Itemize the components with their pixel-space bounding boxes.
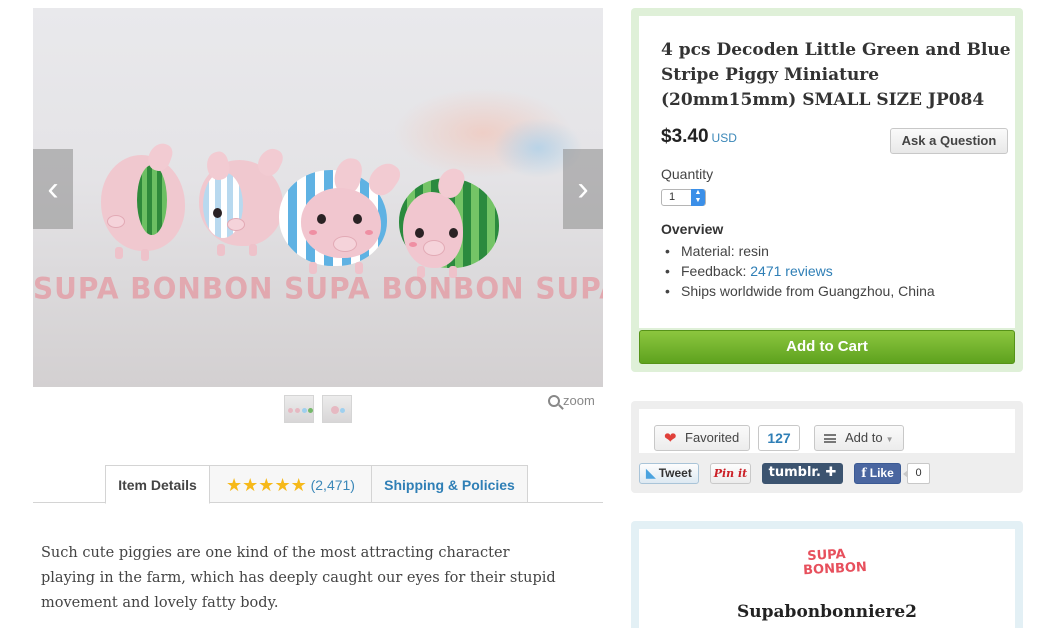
facebook-like-button[interactable]: f Like [854, 463, 901, 484]
favorite-label: Favorited [685, 430, 740, 445]
photo-watermark: SUPA BONBON SUPA BONBON SUPA BONBON SUPA… [33, 271, 603, 306]
listing-tabs: Item Details ★★★★★ (2,471) Shipping & Po… [33, 464, 603, 504]
chevron-right-icon: › [577, 170, 589, 208]
quantity-value: 1 [669, 191, 676, 203]
overview-feedback: Feedback: 2471 reviews [661, 261, 935, 281]
zoom-link[interactable]: zoom [548, 393, 595, 408]
buy-box: 4 pcs Decoden Little Green and Blue Stri… [631, 8, 1023, 372]
heart-icon: ❤ [664, 430, 677, 447]
add-to-label: Add to [845, 430, 883, 445]
reviews-link[interactable]: 2471 reviews [750, 263, 833, 279]
overview-ships: Ships worldwide from Guangzhou, China [661, 281, 935, 301]
facebook-like-count: 0 [903, 463, 930, 484]
pig-figure [399, 164, 509, 286]
zoom-label: zoom [563, 393, 595, 408]
buy-box-panel: 4 pcs Decoden Little Green and Blue Stri… [639, 16, 1015, 328]
add-to-cart-button[interactable]: Add to Cart [639, 330, 1015, 364]
star-rating-icon: ★★★★★ [226, 475, 307, 495]
reviews-count: (2,471) [310, 477, 355, 493]
overview-material: Material: resin [661, 241, 935, 261]
facebook-icon: f [861, 466, 867, 480]
select-arrows-icon: ▲ ▼ [691, 189, 705, 206]
list-icon [824, 434, 836, 443]
magnifier-icon [548, 395, 560, 407]
favorite-button[interactable]: ❤ Favorited [654, 425, 750, 451]
tab-shipping-policies[interactable]: Shipping & Policies [371, 465, 528, 503]
tweet-label: Tweet [658, 466, 692, 480]
favorite-panel: ❤ Favorited 127 Add to ▼ [639, 409, 1015, 453]
product-photo[interactable]: SUPA BONBON SUPA BONBON SUPA BONBON SUPA… [33, 8, 603, 387]
thumbnail-strip [284, 395, 352, 423]
gallery-next-button[interactable]: › [563, 149, 603, 229]
shop-logo[interactable]: SUPA BONBON [802, 547, 868, 584]
shop-name[interactable]: Supabonbonniere2 [631, 602, 1023, 622]
quantity-select[interactable]: 1 ▲ ▼ [661, 189, 706, 206]
overview-list: Material: resin Feedback: 2471 reviews S… [661, 241, 935, 301]
add-to-list-button[interactable]: Add to ▼ [814, 425, 904, 451]
shop-logo-line2: BONBON [802, 559, 868, 579]
tab-reviews[interactable]: ★★★★★ (2,471) [209, 465, 372, 503]
pig-figure [279, 156, 405, 288]
quantity-label: Quantity [661, 166, 714, 182]
chevron-left-icon: ‹ [47, 170, 59, 208]
tab-item-details[interactable]: Item Details [105, 465, 210, 504]
thumbnail-2[interactable] [322, 395, 352, 423]
pin-it-button[interactable]: Pin it [710, 463, 751, 484]
gallery-prev-button[interactable]: ‹ [33, 149, 73, 229]
chevron-down-icon: ▼ [885, 435, 894, 444]
currency-link[interactable]: USD [712, 131, 737, 145]
tumblr-button[interactable]: tumblr. ✚ [762, 463, 843, 484]
price-value: $3.40 [661, 126, 709, 147]
tweet-button[interactable]: ◣ Tweet [639, 463, 699, 484]
feedback-label: Feedback: [681, 263, 751, 279]
overview-heading: Overview [661, 221, 724, 237]
thumbnail-1[interactable] [284, 395, 314, 423]
twitter-bird-icon: ◣ [646, 466, 656, 480]
ask-question-button[interactable]: Ask a Question [890, 128, 1008, 154]
fb-like-label: Like [869, 466, 894, 480]
item-description: Such cute piggies are one kind of the mo… [41, 545, 556, 611]
listing-title: 4 pcs Decoden Little Green and Blue Stri… [661, 40, 1011, 110]
favorite-count[interactable]: 127 [758, 425, 800, 451]
pig-figure [101, 140, 201, 283]
price: $3.40 USD [661, 126, 737, 148]
